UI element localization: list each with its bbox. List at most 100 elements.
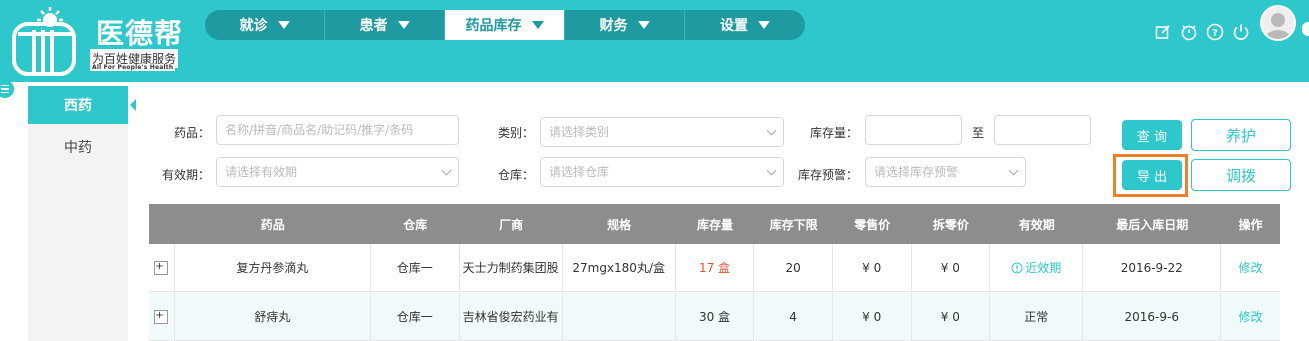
main-nav: 就诊 患者 药品库存 财务 设置 [205,10,805,40]
category-select[interactable]: 请选择类别 [540,117,784,147]
cell-expiry-status: 近效期 [990,244,1084,291]
chevron-down-icon [766,165,777,176]
cell-min-stock: 20 [754,244,833,291]
expiry-filter-label: 有效期： [161,168,210,182]
expand-plus-icon[interactable]: + [154,309,169,324]
maintain-button[interactable]: 养护 [1191,119,1291,151]
power-icon[interactable] [1231,22,1251,42]
edit-link[interactable]: 修改 [1221,293,1280,340]
stock-warning-select-placeholder: 请选择库存预警 [874,165,959,179]
nav-item-drug-inventory[interactable]: 药品库存 [445,10,565,40]
brand-name: 医德帮 [96,17,184,50]
brand-logo[interactable]: 医德帮 为百姓健康服务 All For People's Health [8,2,208,78]
cell-retail-price: ¥ 0 [833,244,912,291]
caret-down-icon [531,21,544,29]
table-row: + 舒痔丸 仓库一 吉林省俊宏药业有 30 盒 4 ¥ 0 ¥ 0 正常 201… [149,293,1280,341]
cell-last-in-date: 2016-9-6 [1083,293,1222,340]
column-header[interactable]: 拆零价 [912,204,991,244]
edit-icon[interactable] [1153,22,1173,42]
logo-mark-icon [12,7,76,76]
caret-down-icon [277,21,290,29]
drug-search-placeholder: 名称/拼音/商品名/助记码/推字/条码 [225,123,414,137]
stock-warning-select[interactable]: 请选择库存预警 [865,157,1026,187]
row-expand-cell: + [149,293,175,340]
help-icon[interactable]: ? [1205,22,1225,42]
warehouse-filter-label: 仓库： [497,168,534,182]
expiry-select[interactable]: 请选择有效期 [216,157,459,187]
column-header[interactable]: 药品 [175,204,372,244]
caret-down-icon [397,21,410,29]
warehouse-select[interactable]: 请选择仓库 [540,157,784,187]
expand-plus-icon[interactable]: + [154,260,169,275]
chevron-down-icon [1008,165,1019,176]
top-header: 医德帮 为百姓健康服务 All For People's Health 就诊 患… [0,0,1309,82]
stock-min-input[interactable] [865,115,962,145]
transfer-button[interactable]: 调拨 [1191,159,1291,191]
cell-warehouse: 仓库一 [371,293,460,340]
nav-item-label: 就诊 [239,18,268,34]
cell-spec: 27mgx180丸/盒 [563,244,676,291]
user-avatar[interactable] [1260,5,1296,41]
caret-down-icon [758,21,770,29]
cell-maker: 吉林省俊宏药业有 [460,293,563,340]
cell-split-price: ¥ 0 [912,244,991,291]
expiry-status-text: 近效期 [1025,261,1062,275]
cell-maker: 天士力制药集团股 [460,244,563,291]
stock-filter-label: 库存量： [809,126,858,140]
nav-item-finance[interactable]: 财务 [565,10,685,40]
table-header: 药品 仓库 厂商 规格 库存量 库存下限 零售价 拆零价 有效期 最后入库日期 … [149,204,1280,244]
drug-filter-label: 药品： [173,126,210,140]
cell-drug: 复方丹参滴丸 [175,244,372,291]
export-button[interactable]: 导 出 [1122,160,1182,190]
brand-tagline-en: All For People's Health [90,64,176,71]
column-header[interactable]: 规格 [563,204,676,244]
column-header[interactable]: 厂商 [460,204,563,244]
sidebar-item-chinese-medicine[interactable]: 中药 [28,128,128,166]
drug-search-input[interactable]: 名称/拼音/商品名/助记码/推字/条码 [216,115,459,145]
cell-retail-price: ¥ 0 [833,293,912,340]
collapse-handle[interactable] [1302,22,1309,36]
column-header[interactable]: 零售价 [833,204,912,244]
info-circle-icon [1011,262,1023,273]
sidebar-item-western-medicine[interactable]: 西药 [28,86,136,124]
cell-warehouse: 仓库一 [371,244,460,291]
stock-warning-filter-label: 库存预警： [797,168,858,182]
cell-drug: 舒痔丸 [175,293,372,340]
sidebar-item-label: 中药 [64,140,92,156]
chevron-down-icon [766,125,777,136]
row-expand-cell: + [149,244,175,291]
cell-last-in-date: 2016-9-22 [1083,244,1222,291]
table-row: + 复方丹参滴丸 仓库一 天士力制药集团股 27mgx180丸/盒 17 盒 2… [149,244,1280,292]
cell-split-price: ¥ 0 [912,293,991,340]
edit-link[interactable]: 修改 [1221,244,1280,291]
cell-stock: 30 盒 [676,293,755,340]
column-header[interactable]: 仓库 [371,204,459,244]
query-button[interactable]: 查 询 [1122,120,1182,150]
nav-item-label: 药品库存 [465,18,522,34]
timer-icon[interactable] [1179,22,1199,42]
warehouse-select-placeholder: 请选择仓库 [549,165,610,179]
nav-item-label: 设置 [720,18,748,34]
chevron-down-icon [441,165,452,176]
category-select-placeholder: 请选择类别 [549,125,610,139]
nav-item-label: 财务 [599,18,628,34]
nav-item-label: 患者 [359,18,388,34]
cell-expiry-status: 正常 [990,293,1084,340]
column-header[interactable]: 库存量 [676,204,755,244]
expiry-select-placeholder: 请选择有效期 [225,165,298,179]
menu-toggle-icon[interactable] [0,80,14,98]
stock-max-input[interactable] [994,115,1091,145]
column-header[interactable]: 最后入库日期 [1083,204,1221,244]
header-tools: ? [1153,22,1251,42]
nav-item-settings[interactable]: 设置 [685,10,805,40]
nav-item-visit[interactable]: 就诊 [205,10,325,40]
cell-min-stock: 4 [754,293,833,340]
nav-item-patient[interactable]: 患者 [325,10,445,40]
sidebar-item-label: 西药 [64,98,92,114]
category-filter-label: 类别： [497,126,534,140]
column-header-expand [149,204,175,244]
column-header[interactable]: 库存下限 [754,204,833,244]
column-header[interactable]: 操作 [1221,204,1280,244]
stock-range-separator: 至 [971,126,984,140]
column-header[interactable]: 有效期 [990,204,1083,244]
